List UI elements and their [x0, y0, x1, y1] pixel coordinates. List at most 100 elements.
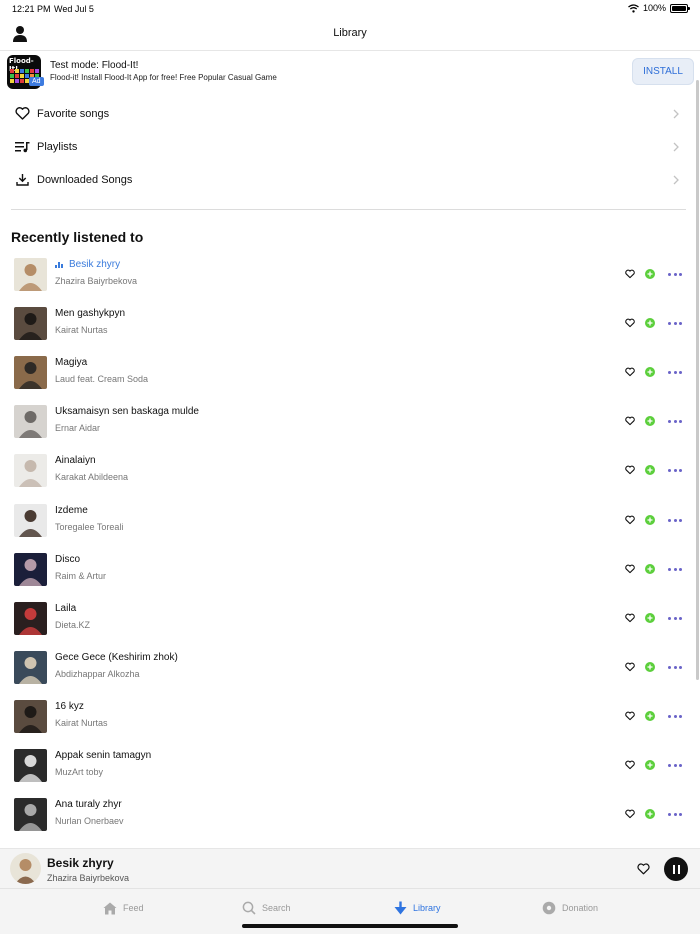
player-heart-icon[interactable]: [637, 863, 650, 875]
heart-icon[interactable]: [625, 318, 635, 328]
heart-icon[interactable]: [625, 515, 635, 525]
more-icon[interactable]: [668, 273, 682, 276]
song-row[interactable]: Laila Dieta.KZ: [0, 600, 700, 640]
menu-item-label: Playlists: [37, 140, 78, 153]
more-icon[interactable]: [668, 616, 682, 620]
song-title: Ana turaly zhyr: [55, 799, 122, 811]
add-icon[interactable]: [645, 318, 655, 329]
more-icon[interactable]: [668, 371, 682, 375]
menu-item-favorite-songs[interactable]: Favorite songs: [0, 97, 700, 130]
song-row[interactable]: Uksamaisyn sen baskaga mulde Ernar Aidar: [0, 403, 700, 443]
heart-icon[interactable]: [625, 613, 635, 623]
tab-search[interactable]: Search: [241, 899, 291, 917]
add-icon[interactable]: [645, 710, 655, 721]
tab-feed[interactable]: Feed: [102, 899, 144, 917]
song-title: Besik zhyry: [69, 259, 121, 270]
song-artist: Toregalee Toreali: [55, 521, 124, 532]
song-row[interactable]: Izdeme Toregalee Toreali: [0, 502, 700, 542]
song-title: Uksamaisyn sen baskaga mulde: [55, 406, 199, 418]
more-icon[interactable]: [668, 322, 682, 326]
song-row[interactable]: Magiya Laud feat. Cream Soda: [0, 354, 700, 394]
song-row[interactable]: Appak senin tamagyn MuzArt toby: [0, 747, 700, 787]
more-icon[interactable]: [668, 764, 682, 767]
ad-badge: Ad: [29, 77, 44, 86]
song-cover: [14, 258, 47, 291]
add-icon[interactable]: [645, 563, 655, 574]
song-row[interactable]: 16 kyz Kairat Nurtas: [0, 698, 700, 738]
more-icon[interactable]: [668, 665, 682, 669]
song-artist: Laud feat. Cream Soda: [55, 374, 149, 385]
song-title: Ainalaiyn: [55, 455, 96, 467]
scrollbar[interactable]: [696, 80, 699, 680]
chevron-right-icon: [673, 109, 679, 118]
add-icon[interactable]: [645, 367, 655, 378]
tab-library[interactable]: Library: [392, 899, 441, 917]
menu-item-downloaded-songs[interactable]: Downloaded Songs: [0, 163, 700, 196]
song-cover: [14, 503, 47, 537]
song-row[interactable]: Ainalaiyn Karakat Abildeena: [0, 452, 700, 492]
song-title: Laila: [55, 602, 77, 614]
song-artist: MuzArt toby: [55, 767, 104, 777]
heart-icon[interactable]: [625, 269, 635, 279]
page-title: Library: [333, 27, 367, 39]
song-artist: Nurlan Onerbaev: [55, 816, 124, 827]
home-icon: [102, 900, 118, 916]
status-bar: 12:21 PM Wed Jul 5 100%: [0, 0, 700, 18]
player-artist: Zhazira Baiyrbekova: [47, 873, 130, 883]
search-icon: [241, 900, 257, 916]
more-icon[interactable]: [668, 813, 682, 817]
song-artist: Abdizhappar Alkozha: [55, 668, 140, 679]
add-icon[interactable]: [645, 612, 655, 623]
status-date: Wed Jul 5: [54, 4, 94, 14]
chevron-right-icon: [673, 175, 679, 184]
heart-icon[interactable]: [625, 465, 635, 475]
song-row[interactable]: Ana turaly zhyr Nurlan Onerbaev: [0, 796, 700, 836]
more-icon[interactable]: [668, 469, 682, 473]
heart-icon[interactable]: [625, 416, 635, 426]
more-icon[interactable]: [668, 714, 682, 718]
song-cover: [14, 552, 47, 586]
tab-donation[interactable]: Donation: [541, 899, 598, 917]
library-menu: Favorite songs Playlists Downloaded Song…: [0, 97, 700, 196]
add-icon[interactable]: [645, 465, 655, 476]
install-button[interactable]: INSTALL: [632, 58, 694, 85]
heart-icon[interactable]: [625, 367, 635, 377]
add-icon[interactable]: [645, 514, 655, 525]
section-title-recent: Recently listened to: [11, 229, 144, 245]
song-row[interactable]: Disco Raim & Artur: [0, 551, 700, 591]
donation-icon: [541, 900, 557, 916]
heart-icon[interactable]: [625, 564, 635, 574]
tab-label: Donation: [562, 903, 599, 913]
heart-icon[interactable]: [625, 711, 635, 721]
song-artist: Karakat Abildeena: [55, 472, 129, 483]
more-icon[interactable]: [668, 567, 682, 571]
add-icon[interactable]: [645, 809, 655, 820]
wifi-icon: [628, 3, 639, 13]
add-icon[interactable]: [645, 269, 655, 279]
heart-icon[interactable]: [625, 809, 635, 819]
song-row[interactable]: Gece Gece (Keshirim zhok) Abdizhappar Alk…: [0, 649, 700, 689]
song-cover: [14, 749, 47, 782]
song-row[interactable]: Besik zhyry Zhazira Baiyrbekova: [0, 256, 700, 296]
song-artist: Kairat Nurtas: [55, 717, 108, 728]
heart-icon[interactable]: [625, 760, 635, 770]
menu-item-playlists[interactable]: Playlists: [0, 130, 700, 163]
song-row[interactable]: Men gashykpyn Kairat Nurtas: [0, 305, 700, 345]
ad-banner[interactable]: Flood-It! Ad Test mode: Flood-It! Flood-…: [0, 52, 700, 92]
status-right: 100%: [628, 3, 690, 13]
heart-icon[interactable]: [625, 662, 635, 672]
tab-label: Library: [413, 903, 441, 913]
pause-icon: [677, 864, 680, 874]
mini-player[interactable]: Besik zhyry Zhazira Baiyrbekova: [0, 848, 700, 888]
song-title: Men gashykpyn: [55, 308, 126, 320]
song-title: Disco: [55, 553, 81, 565]
pause-button[interactable]: [664, 857, 688, 881]
download-icon: [14, 172, 30, 188]
battery-percent: 100%: [642, 3, 666, 13]
more-icon[interactable]: [668, 518, 682, 522]
library-icon: [392, 900, 408, 916]
add-icon[interactable]: [645, 760, 655, 770]
more-icon[interactable]: [668, 420, 682, 424]
add-icon[interactable]: [645, 416, 655, 427]
add-icon[interactable]: [645, 661, 655, 672]
